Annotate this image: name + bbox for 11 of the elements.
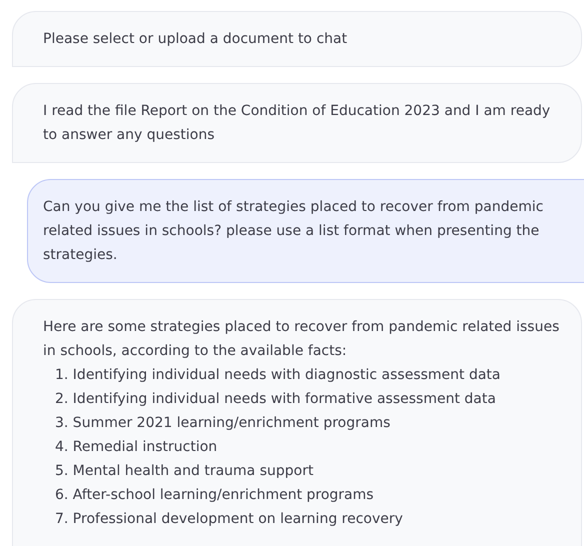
list-item: 3. Summer 2021 learning/enrichment programs: [55, 414, 392, 433]
list-item: 6. After-school learning/enrichment programs: [55, 486, 375, 505]
list-item: 2. Identifying individual needs with formative assessment data: [55, 390, 497, 409]
list-item: 7. Professional development on learning recovery: [55, 510, 404, 529]
message-text: Here are some strategies placed to recover from pandemic related issues in schools, according to the available facts:: [43, 318, 560, 361]
list-item: 1. Identifying individual needs with diagnostic assessment data: [55, 366, 502, 385]
message-text: Please select or upload a document to chat: [43, 30, 348, 49]
list-item: 5. Mental health and trauma support: [55, 462, 314, 481]
list-item: 4. Remedial instruction: [55, 438, 218, 457]
message-text: I read the file Report on the Condition of Education 2023 and I am ready to answer any questions: [43, 102, 552, 145]
message-text: Can you give me the list of strategies placed to recover from pandemic related issues in schools? please use a list format when presenting the strategies.: [43, 198, 544, 265]
